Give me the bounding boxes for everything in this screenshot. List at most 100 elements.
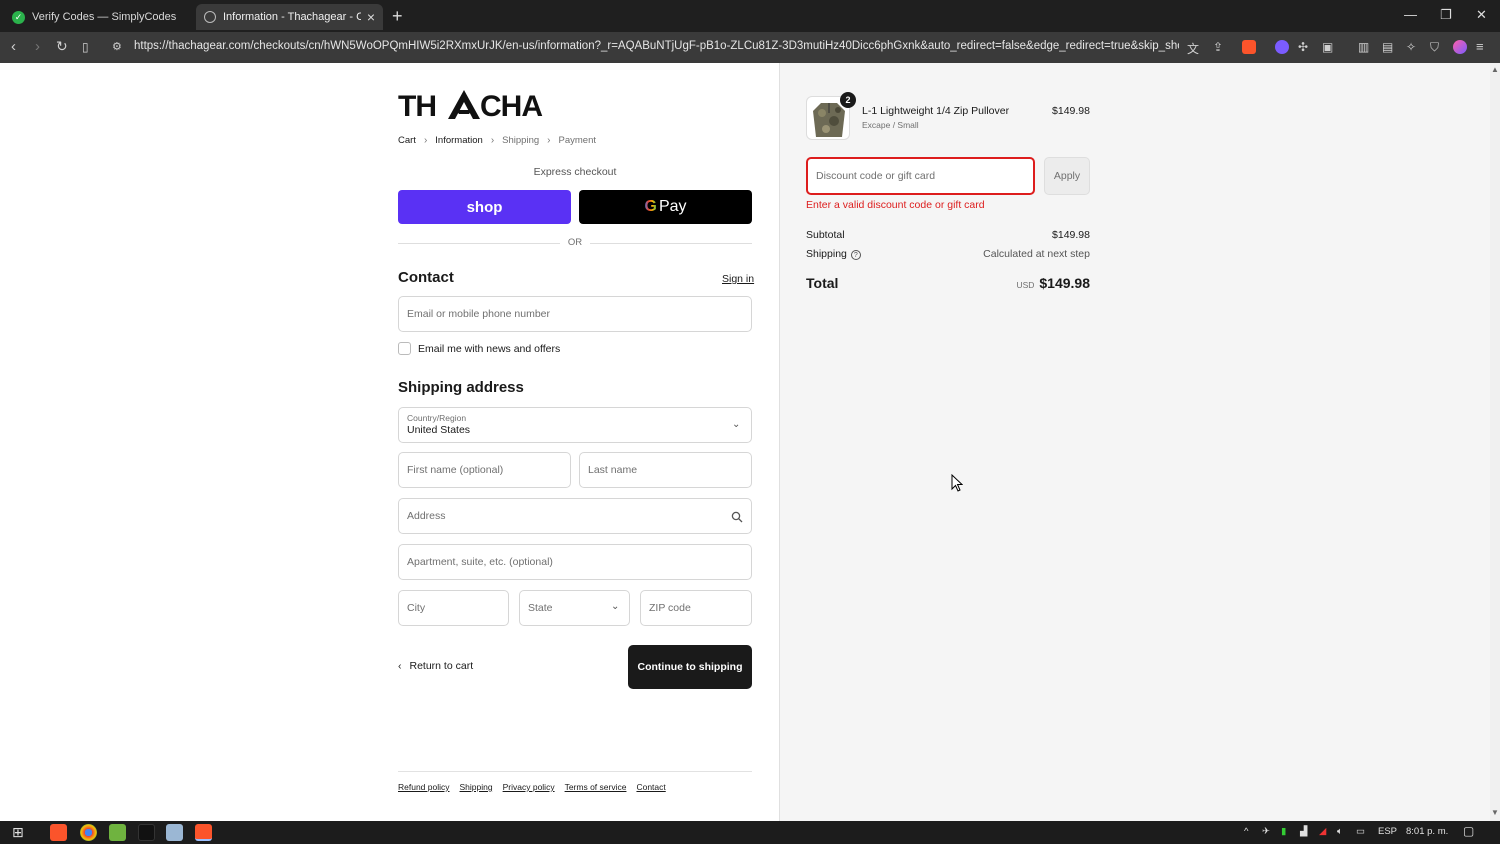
refund-policy-link[interactable]: Refund policy — [398, 782, 450, 792]
shop-pay-button[interactable]: shop — [398, 190, 571, 224]
share-icon[interactable]: ⇪ — [1213, 40, 1223, 54]
extensions-icon[interactable]: ✣ — [1298, 40, 1308, 54]
vpn-icon[interactable]: ⛉ — [1430, 40, 1439, 55]
footer-links: Refund policy Shipping Privacy policy Te… — [398, 782, 666, 792]
product-name: L-1 Lightweight 1/4 Zip Pullover — [862, 105, 1010, 117]
close-tab-icon[interactable]: × — [367, 9, 375, 25]
zip-code-field[interactable]: ZIP code — [640, 590, 752, 626]
bookmark-icon[interactable]: ▯ — [82, 40, 89, 54]
globe-favicon-icon — [204, 11, 216, 23]
new-tab-icon[interactable]: + — [392, 6, 403, 27]
google-pay-label: Pay — [658, 198, 687, 215]
city-placeholder: City — [407, 602, 426, 614]
google-pay-button[interactable]: G Pay — [579, 190, 752, 224]
close-window-icon[interactable]: ✕ — [1476, 7, 1487, 23]
tab-verify-codes[interactable]: ✓ Verify Codes — SimplyCodes — [4, 4, 192, 30]
apply-discount-button[interactable]: Apply — [1044, 157, 1090, 195]
tray-green-icon[interactable]: ▮ — [1281, 826, 1286, 837]
tray-red-icon[interactable]: ◢ — [1319, 826, 1326, 837]
site-settings-icon[interactable]: ⚙ — [112, 40, 122, 53]
subtotal-value: $149.98 — [1052, 229, 1090, 241]
sidebar-icon[interactable]: ▥ — [1358, 40, 1369, 54]
newsletter-option[interactable]: Email me with news and offers — [398, 342, 560, 355]
terms-of-service-link[interactable]: Terms of service — [565, 782, 627, 792]
total-value: $149.98 — [1039, 275, 1090, 291]
breadcrumb-shipping: Shipping — [502, 135, 540, 146]
back-icon[interactable]: ‹ — [11, 38, 16, 55]
browser-address-bar: ‹ › ↻ ▯ ⚙ https://thachagear.com/checkou… — [0, 32, 1500, 63]
last-name-field[interactable]: Last name — [579, 452, 752, 488]
total-label: Total — [806, 275, 839, 291]
subtotal-label: Subtotal — [806, 229, 845, 241]
chevron-down-icon: ⌄ — [611, 601, 620, 612]
state-placeholder: State — [528, 602, 553, 614]
tray-chart-icon[interactable]: ▟ — [1300, 826, 1307, 837]
shipping-label: Shipping — [806, 248, 847, 260]
leo-ai-icon[interactable]: ✧ — [1406, 40, 1416, 54]
language-indicator[interactable]: ESP — [1378, 826, 1397, 837]
address-field[interactable]: Address — [398, 498, 752, 534]
screenshot-icon[interactable]: ▣ — [1322, 40, 1333, 54]
restore-icon[interactable]: ❐ — [1440, 7, 1452, 23]
state-select[interactable]: State ⌄ — [519, 590, 630, 626]
forward-icon[interactable]: › — [35, 38, 40, 55]
privacy-policy-link[interactable]: Privacy policy — [503, 782, 555, 792]
country-select[interactable]: Country/Region United States ⌄ — [398, 407, 752, 443]
chevron-down-icon: ⌄ — [732, 419, 741, 430]
newsletter-checkbox[interactable] — [398, 342, 411, 355]
app-green-taskbar-icon[interactable] — [109, 824, 126, 841]
profile-icon[interactable] — [1453, 40, 1467, 54]
apartment-placeholder: Apartment, suite, etc. (optional) — [407, 556, 553, 568]
brave-taskbar-icon[interactable] — [50, 824, 67, 841]
simplycodes-favicon-icon: ✓ — [12, 10, 25, 24]
tab-information-thachagear[interactable]: Information - Thachagear - Chec × — [196, 4, 383, 30]
svg-text:TH: TH — [398, 90, 436, 123]
start-icon[interactable]: ⊞ — [12, 824, 24, 841]
apartment-field[interactable]: Apartment, suite, etc. (optional) — [398, 544, 752, 580]
breadcrumb-information: Information — [435, 135, 483, 146]
return-to-cart-link[interactable]: ‹ Return to cart — [398, 660, 473, 672]
total-currency: USD — [1016, 280, 1035, 290]
wallet-icon[interactable]: ▤ — [1382, 40, 1393, 54]
discount-code-input[interactable]: Discount code or gift card — [806, 157, 1035, 195]
notepad-taskbar-icon[interactable] — [166, 824, 183, 841]
contact-link[interactable]: Contact — [636, 782, 665, 792]
continue-to-shipping-button[interactable]: Continue to shipping — [628, 645, 752, 689]
volume-icon[interactable]: 🔈︎ — [1337, 826, 1343, 837]
show-hidden-icons-icon[interactable]: ^ — [1244, 826, 1248, 837]
clock[interactable]: 8:01 p. m. — [1406, 826, 1448, 837]
sign-in-link[interactable]: Sign in — [722, 273, 754, 285]
last-name-placeholder: Last name — [588, 464, 638, 476]
city-field[interactable]: City — [398, 590, 509, 626]
url-field[interactable]: https://thachagear.com/checkouts/cn/hWN5… — [134, 40, 1179, 52]
extension-purple-icon[interactable] — [1275, 40, 1289, 54]
reload-icon[interactable]: ↻ — [56, 38, 68, 55]
email-field[interactable]: Email or mobile phone number — [398, 296, 752, 332]
scroll-down-icon[interactable]: ▼ — [1491, 808, 1499, 817]
help-icon[interactable]: ? — [850, 250, 861, 260]
breadcrumb-cart[interactable]: Cart — [398, 135, 416, 146]
chrome-taskbar-icon[interactable] — [80, 824, 97, 841]
menu-icon[interactable]: ≡ — [1476, 39, 1484, 54]
brave-shield-icon[interactable] — [1242, 40, 1256, 54]
chevron-right-icon: › — [423, 135, 428, 146]
notifications-icon[interactable]: ▢ — [1463, 824, 1474, 838]
shipping-policy-link[interactable]: Shipping — [460, 782, 493, 792]
minimize-icon[interactable]: — — [1404, 7, 1417, 22]
return-to-cart-label: Return to cart — [409, 660, 474, 672]
tray-icon[interactable]: ✈ — [1262, 826, 1270, 837]
brave-active-taskbar-icon[interactable] — [195, 824, 212, 841]
network-icon[interactable]: ▭ — [1356, 826, 1365, 837]
tab-title: Information - Thachagear - Chec — [223, 11, 361, 23]
shop-pay-label: shop — [466, 198, 503, 216]
breadcrumb: Cart › Information › Shipping › Payment — [398, 135, 596, 146]
scroll-up-icon[interactable]: ▲ — [1491, 65, 1499, 74]
translate-icon[interactable]: 文 — [1187, 40, 1199, 57]
newsletter-label: Email me with news and offers — [418, 342, 561, 355]
apply-label: Apply — [1053, 170, 1081, 182]
first-name-field[interactable]: First name (optional) — [398, 452, 571, 488]
shipping-value: Calculated at next step — [983, 248, 1090, 260]
tiktok-taskbar-icon[interactable] — [138, 824, 155, 841]
page-scrollbar[interactable] — [1490, 63, 1500, 821]
discount-placeholder: Discount code or gift card — [816, 170, 936, 182]
